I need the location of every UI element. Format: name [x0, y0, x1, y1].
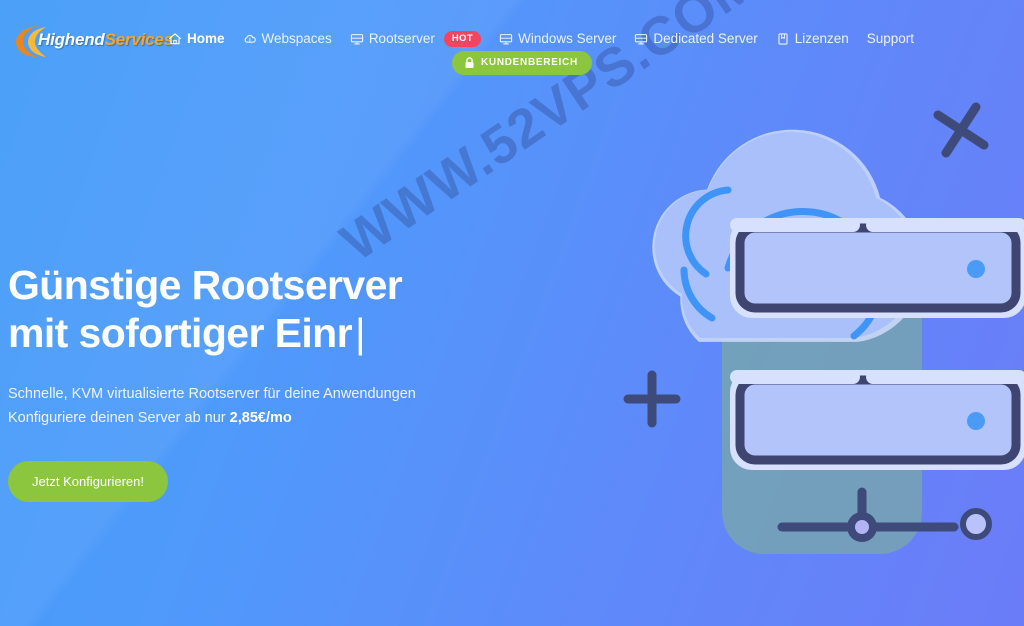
typing-caret: |	[354, 309, 366, 356]
lock-icon	[465, 57, 474, 69]
status-badge-hot: HOT	[443, 31, 482, 47]
cloud-server-illustration	[604, 74, 1024, 574]
nav-item-label: Windows Server	[518, 31, 617, 46]
nav-item-home[interactable]: Home	[168, 32, 225, 46]
nav-item-label: Lizenzen	[794, 31, 849, 46]
configure-now-button[interactable]: Jetzt Konfigurieren!	[8, 460, 169, 502]
nav-item-label: Webspaces	[261, 31, 332, 46]
monitor-icon	[635, 33, 648, 45]
plus-icon	[933, 102, 989, 158]
nav-item-dedicated-server[interactable]: Dedicated Server	[634, 31, 758, 46]
page-title: Günstige Rootserver mit sofortiger Einr|	[8, 262, 528, 357]
nav-item-label: Home	[187, 31, 225, 46]
nav-item-label: Rootserver	[368, 31, 435, 46]
monitor-icon	[499, 33, 513, 45]
cloud-icon	[244, 34, 256, 43]
client-area-label: KUNDENBEREICH	[481, 57, 578, 68]
nav-item-rootserver[interactable]: Rootserver HOT	[350, 31, 482, 47]
headline-line-2: mit sofortiger Einr	[8, 309, 353, 356]
nav-item-support[interactable]: Support	[867, 32, 914, 46]
main-nav: Home Webspaces Rootserver HOT Windows Se…	[168, 31, 914, 47]
logo-wordmark: HighendServices	[38, 30, 173, 50]
home-icon	[169, 33, 181, 45]
server-unit-top	[730, 218, 1024, 318]
hero-page: HighendServices Home Webspaces Rootserve…	[0, 0, 1024, 626]
book-icon	[778, 33, 788, 45]
ring-icon	[960, 508, 992, 540]
hero-subline-2-prefix: Konfiguriere deinen Server ab nur	[8, 410, 230, 427]
logo[interactable]: HighendServices	[14, 22, 173, 60]
logo-text-primary: Highend	[38, 30, 105, 49]
server-unit-bottom	[730, 370, 1024, 470]
nav-item-label: Support	[866, 31, 915, 46]
site-header: HighendServices Home Webspaces Rootserve…	[0, 0, 1024, 80]
hero-section: Günstige Rootserver mit sofortiger Einr|…	[8, 262, 528, 502]
hero-subline-2: Konfiguriere deinen Server ab nur 2,85€/…	[8, 407, 528, 431]
hero-subline-1: Schnelle, KVM virtualisierte Rootserver …	[8, 386, 416, 403]
nav-item-windows-server[interactable]: Windows Server	[499, 32, 616, 46]
connector-hub-center	[855, 520, 869, 534]
monitor-icon	[350, 33, 363, 45]
client-area-button[interactable]: KUNDENBEREICH	[452, 51, 592, 75]
nav-item-lizenzen[interactable]: Lizenzen	[776, 32, 849, 46]
nav-item-webspaces[interactable]: Webspaces	[243, 32, 332, 46]
nav-item-label: Dedicated Server	[653, 31, 758, 46]
plus-icon	[623, 370, 681, 428]
logo-text-secondary: Services	[104, 30, 174, 49]
headline-line-1: Günstige Rootserver	[8, 262, 403, 308]
hero-price: 2,85€/mo	[229, 410, 292, 427]
